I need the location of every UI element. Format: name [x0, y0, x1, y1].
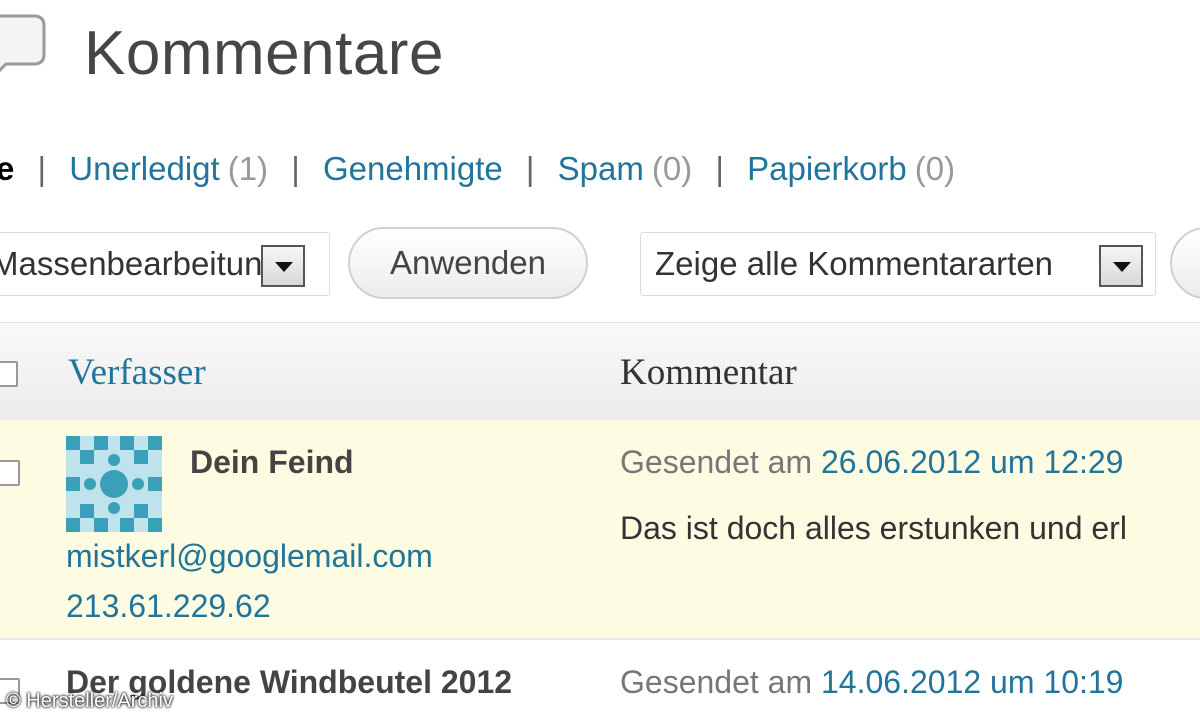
image-credit: © Hersteller/Archiv	[6, 690, 173, 712]
filter-pending-link[interactable]: Unerledigt	[69, 150, 219, 187]
filter-spam-count: (0)	[651, 150, 693, 187]
column-header-comment: Kommentar	[620, 352, 797, 393]
comment-author-name: Dein Feind	[190, 444, 354, 480]
filter-trash-link[interactable]: Papierkorb	[747, 150, 907, 187]
comment-author-ip[interactable]: 213.61.229.62	[66, 588, 271, 625]
comment-author-email[interactable]: mistkerl@googlemail.com	[66, 538, 433, 575]
comment-submitted-meta: Gesendet am 26.06.2012 um 12:29	[620, 444, 1123, 481]
table-row: Dein Feind mistkerl@googlemail.com 213.6…	[0, 420, 1200, 640]
page-title: Kommentare	[84, 19, 444, 88]
comment-submitted-meta: Gesendet am 14.06.2012 um 10:19	[620, 664, 1123, 701]
dropdown-arrow-icon[interactable]	[261, 245, 305, 287]
avatar	[66, 436, 162, 532]
comment-date-link[interactable]: 14.06.2012 um 10:19	[821, 664, 1123, 700]
filter-separator: |	[715, 150, 724, 187]
comment-date-link[interactable]: 26.06.2012 um 12:29	[821, 444, 1123, 480]
comment-type-value: Zeige alle Kommentararten	[655, 245, 1054, 282]
comment-type-select[interactable]: Zeige alle Kommentararten	[640, 232, 1156, 296]
filter-separator: |	[525, 150, 535, 187]
filter-spam-link[interactable]: Spam	[558, 150, 644, 187]
filter-approved-link[interactable]: Genehmigte	[323, 150, 503, 187]
speech-bubble-icon	[0, 14, 46, 73]
submitted-prefix: Gesendet am	[620, 664, 813, 700]
column-header-author[interactable]: Verfasser	[68, 351, 206, 394]
comment-status-filters: e | Unerledigt (1) | Genehmigte | Spam (0)…	[0, 150, 955, 188]
row-checkbox[interactable]	[0, 460, 20, 486]
bulk-action-select[interactable]: Massenbearbeitung	[0, 232, 330, 296]
table-row: Der goldene Windbeutel 2012 Gesendet am …	[0, 640, 1200, 720]
filter-trash-count: (0)	[914, 150, 956, 187]
filter-button[interactable]	[1170, 227, 1200, 299]
filter-pending-count: (1)	[227, 150, 269, 187]
comment-text: Das ist doch alles erstunken und erl	[620, 510, 1127, 546]
apply-button[interactable]: Anwenden	[348, 227, 588, 299]
bulk-action-value: Massenbearbeitung	[0, 245, 281, 282]
filter-separator: |	[37, 150, 47, 187]
submitted-prefix: Gesendet am	[620, 444, 813, 480]
comments-table-header: Verfasser Kommentar	[0, 322, 1200, 422]
select-all-checkbox[interactable]	[0, 361, 18, 387]
dropdown-arrow-icon[interactable]	[1099, 245, 1143, 287]
filter-separator: |	[291, 150, 300, 187]
filter-all-current[interactable]: e	[0, 150, 14, 187]
